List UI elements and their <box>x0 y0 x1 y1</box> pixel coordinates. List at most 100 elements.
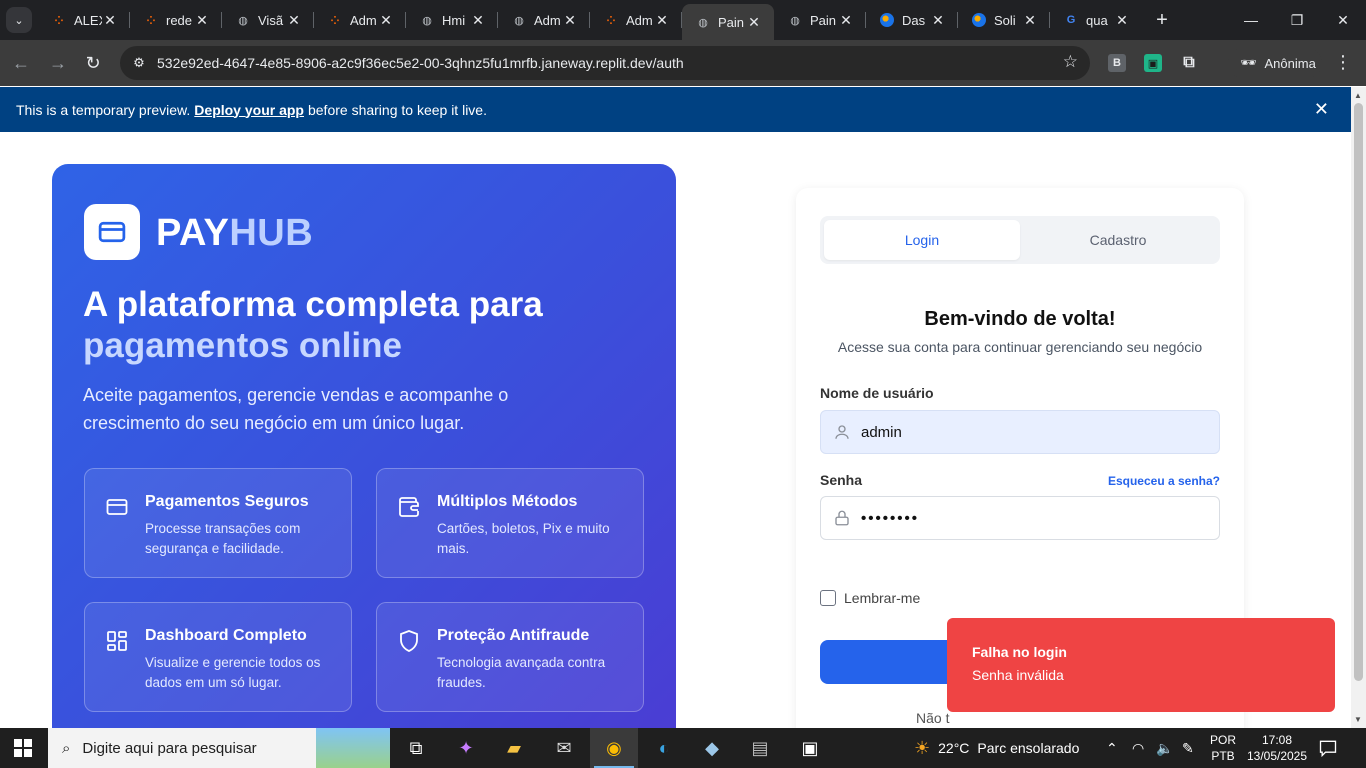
reload-button[interactable]: ↻ <box>80 50 106 76</box>
pen-icon[interactable]: ✎ <box>1182 728 1194 768</box>
scroll-thumb[interactable] <box>1354 103 1363 681</box>
page-scrollbar[interactable]: ▲ ▼ <box>1351 87 1366 728</box>
close-tab-icon[interactable]: ✕ <box>470 12 486 29</box>
show-hidden-icons-icon[interactable]: ⌃ <box>1106 728 1118 768</box>
feature-title: Pagamentos Seguros <box>145 493 309 510</box>
search-icon: ⌕ <box>62 739 71 757</box>
browser-tab[interactable]: ◍ Hmi ✕ <box>406 0 498 40</box>
password-input[interactable]: •••••••• <box>820 496 1220 540</box>
browser-tab[interactable]: ⁘ Adm ✕ <box>314 0 406 40</box>
no-account-text: Não t <box>916 710 950 726</box>
network-icon[interactable]: ◠ <box>1132 728 1144 768</box>
forgot-password-link[interactable]: Esqueceu a senha? <box>1108 474 1220 488</box>
close-tab-icon[interactable]: ✕ <box>562 12 578 29</box>
task-view-icon[interactable]: ⧉ <box>392 728 440 768</box>
scroll-up-arrow-icon[interactable]: ▲ <box>1354 91 1362 100</box>
username-label: Nome de usuário <box>820 385 934 401</box>
browser-tab[interactable]: ◍ Visã ✕ <box>222 0 314 40</box>
hero-panel: PAYHUB A plataforma completa para pagame… <box>52 164 676 728</box>
browser-tab-active[interactable]: ◍ Pain ✕ <box>682 4 774 40</box>
weather-temp: 22°C <box>938 740 970 756</box>
lang-line1: POR <box>1210 733 1237 747</box>
extensions-puzzle-icon[interactable]: ⧉ <box>1180 54 1198 72</box>
banner-text-after: before sharing to keep it live. <box>307 101 487 118</box>
tab-login[interactable]: Login <box>824 220 1020 260</box>
site-info-icon[interactable]: ⚙ <box>130 54 148 72</box>
close-tab-icon[interactable]: ✕ <box>102 12 118 29</box>
address-bar[interactable]: ⚙ 532e92ed-4647-4e85-8906-a2c9f36ec5e2-0… <box>120 46 1090 80</box>
tab-title: Pain <box>810 12 837 28</box>
copilot-icon[interactable]: ✦ <box>442 728 490 768</box>
tab-search-button[interactable]: ⌄ <box>6 7 32 33</box>
clock[interactable]: 17:08 13/05/2025 <box>1246 732 1308 764</box>
browser-tab[interactable]: ◍ Adm ✕ <box>498 0 590 40</box>
notification-icon[interactable] <box>1318 738 1338 758</box>
feature-desc: Processe transações com segurança e faci… <box>145 521 301 556</box>
tab-title: qua <box>1086 12 1108 28</box>
dashboard-favicon-icon <box>972 13 986 27</box>
feature-desc: Cartões, boletos, Pix e muito mais. <box>437 521 610 556</box>
mail-icon[interactable]: ✉ <box>540 728 588 768</box>
tab-title: Adm <box>534 12 561 28</box>
error-toast[interactable]: Falha no login Senha inválida <box>947 618 1335 712</box>
close-tab-icon[interactable]: ✕ <box>1114 12 1130 29</box>
globe-icon: ◍ <box>514 14 524 27</box>
close-tab-icon[interactable]: ✕ <box>194 12 210 29</box>
taskbar-search[interactable]: ⌕ Digite aqui para pesquisar <box>48 728 390 768</box>
new-tab-button[interactable]: + <box>1150 8 1174 32</box>
minimize-button[interactable]: — <box>1228 0 1274 40</box>
close-tab-icon[interactable]: ✕ <box>654 12 670 29</box>
browser-tab[interactable]: ⁘ ALEX✕ <box>38 0 130 40</box>
browser-menu-icon[interactable]: ⋮ <box>1334 52 1352 73</box>
incognito-profile-button[interactable]: 🕶 Anônima <box>1228 48 1322 78</box>
close-tab-icon[interactable]: ✕ <box>838 12 854 29</box>
app-icon[interactable]: ◆ <box>688 728 736 768</box>
extension-green-icon[interactable]: ▣ <box>1144 54 1162 72</box>
hero-title-line2: pagamentos online <box>83 326 402 365</box>
forward-button[interactable]: → <box>45 50 71 76</box>
browser-tab[interactable]: Soli ✕ <box>958 0 1050 40</box>
restore-button[interactable]: ❐ <box>1274 0 1320 40</box>
browser-tab[interactable]: Das ✕ <box>866 0 958 40</box>
preview-banner: This is a temporary preview. Deploy your… <box>0 87 1351 132</box>
browser-tab[interactable]: ⁘ rede ✕ <box>130 0 222 40</box>
monitor-app-icon[interactable]: ▤ <box>736 728 784 768</box>
windows-taskbar: ⌕ Digite aqui para pesquisar ⧉ ✦ ▰ ✉ ◉ ◐… <box>0 728 1366 768</box>
hero-title: A plataforma completa para pagamentos on… <box>83 284 643 366</box>
back-button[interactable]: ← <box>8 50 34 76</box>
replit-icon: ⁘ <box>330 14 340 27</box>
remember-checkbox[interactable] <box>820 590 836 606</box>
wallet-icon <box>399 497 419 517</box>
volume-icon[interactable]: 🔈 <box>1156 728 1173 768</box>
username-input[interactable]: admin <box>820 410 1220 454</box>
hero-title-line1: A plataforma completa para <box>83 285 543 324</box>
chrome-icon[interactable]: ◉ <box>590 728 638 768</box>
close-banner-icon[interactable]: ✕ <box>1314 99 1329 120</box>
close-tab-icon[interactable]: ✕ <box>930 12 946 29</box>
browser-tab[interactable]: ⁘ Adm ✕ <box>590 0 682 40</box>
close-tab-icon[interactable]: ✕ <box>746 14 762 31</box>
clock-date: 13/05/2025 <box>1246 749 1308 763</box>
windows-start-icon[interactable] <box>14 739 32 757</box>
bookmark-star-icon[interactable]: ☆ <box>1063 52 1078 72</box>
extension-b-icon[interactable]: B <box>1108 54 1126 72</box>
remember-me[interactable]: Lembrar-me <box>820 590 920 606</box>
url-text[interactable]: 532e92ed-4647-4e85-8906-a2c9f36ec5e2-00-… <box>157 55 684 71</box>
file-explorer-icon[interactable]: ▰ <box>490 728 538 768</box>
close-window-button[interactable]: ✕ <box>1320 0 1366 40</box>
browser-tab[interactable]: Gqua ✕ <box>1050 0 1142 40</box>
close-tab-icon[interactable]: ✕ <box>1022 12 1038 29</box>
edge-icon[interactable]: ◐ <box>640 728 688 768</box>
tab-register[interactable]: Cadastro <box>1020 220 1216 260</box>
capcut-icon[interactable]: ▣ <box>786 728 834 768</box>
feature-title: Dashboard Completo <box>145 627 307 644</box>
weather-desc: Parc ensolarado <box>977 740 1080 756</box>
close-tab-icon[interactable]: ✕ <box>378 12 394 29</box>
language-indicator[interactable]: POR PTB <box>1210 732 1236 764</box>
scroll-down-arrow-icon[interactable]: ▼ <box>1354 715 1362 724</box>
browser-tab[interactable]: ◍ Pain ✕ <box>774 0 866 40</box>
feature-card: Proteção Antifraude Tecnologia avançada … <box>376 602 644 712</box>
weather-widget[interactable]: ☀ 22°C Parc ensolarado <box>914 728 1079 768</box>
close-tab-icon[interactable]: ✕ <box>286 12 302 29</box>
deploy-link[interactable]: Deploy your app <box>194 102 304 118</box>
